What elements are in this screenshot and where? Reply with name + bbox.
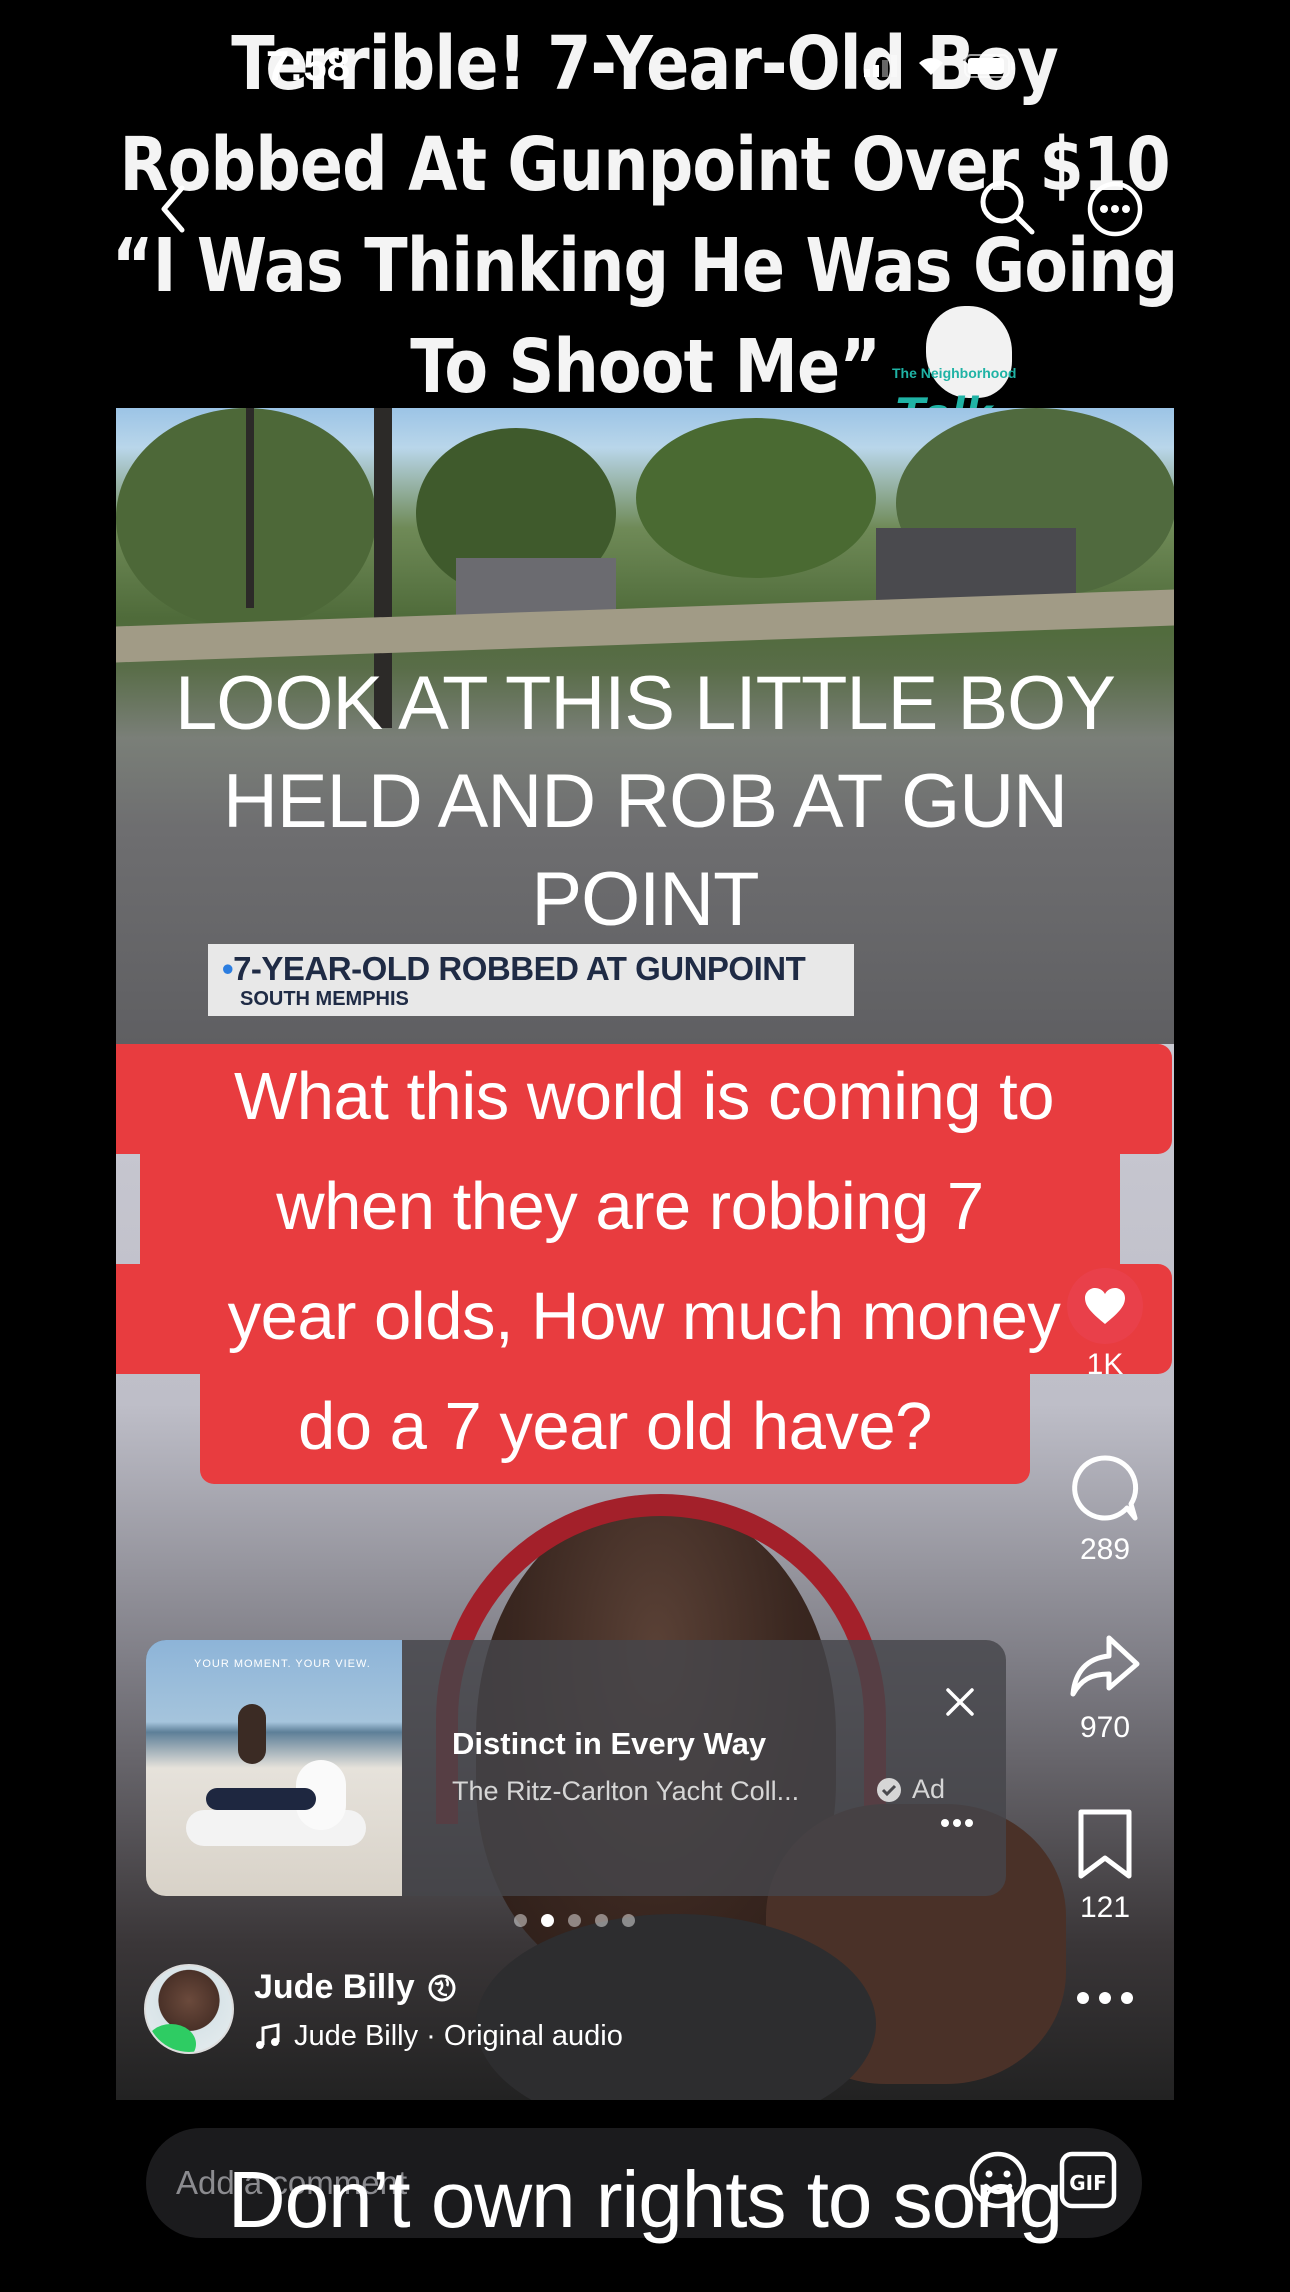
carousel-dot — [514, 1914, 527, 1927]
ad-title[interactable]: Distinct in Every Way — [452, 1726, 766, 1762]
wifi-icon — [919, 58, 943, 75]
heart-icon — [1085, 1288, 1125, 1324]
avatar-shirt — [146, 2024, 196, 2052]
red-caption-line: What this world is coming to — [116, 1044, 1172, 1154]
sponsored-ad-card[interactable]: YOUR MOMENT. YOUR VIEW. Distinct in Ever… — [146, 1640, 1006, 1896]
author-name-row[interactable]: Jude Billy — [254, 1968, 457, 2007]
status-icons — [864, 54, 1016, 78]
logo-small-text: The Neighborhood — [892, 365, 1017, 381]
ad-thumbnail[interactable]: YOUR MOMENT. YOUR VIEW. — [146, 1640, 402, 1896]
share-button[interactable]: 970 — [1040, 1630, 1170, 1745]
save-button[interactable]: 121 — [1040, 1808, 1170, 1925]
more-icon[interactable] — [1086, 180, 1144, 238]
status-time: 7:58 — [266, 42, 351, 89]
comment-button[interactable]: 289 — [1040, 1452, 1170, 1567]
news-lower-third: •7-YEAR-OLD ROBBED AT GUNPOINT SOUTH MEM… — [208, 944, 854, 1016]
carousel-dot — [541, 1914, 554, 1927]
news-title: 7-YEAR-OLD ROBBED AT GUNPOINT — [233, 950, 806, 987]
share-count: 970 — [1079, 1711, 1131, 1744]
like-button[interactable]: 1K — [1040, 1268, 1170, 1382]
more-options-button[interactable] — [1040, 1988, 1170, 2013]
verified-icon — [877, 1777, 901, 1802]
author-avatar[interactable] — [144, 1964, 234, 2054]
rights-overlay-text: Don’t own rights to song — [227, 2155, 1063, 2244]
like-count: 1K — [1086, 1348, 1124, 1381]
author-name[interactable]: Jude Billy — [254, 1968, 415, 2007]
close-icon[interactable] — [942, 1684, 978, 1720]
carousel-dot — [622, 1914, 635, 1927]
video-caption: LOOK AT THIS LITTLE BOY HELD AND ROB AT … — [116, 655, 1174, 949]
ad-thumb-text: YOUR MOMENT. YOUR VIEW. — [194, 1658, 371, 1670]
globe-icon — [428, 1974, 456, 2001]
caption-line: HELD AND ROB AT GUN — [223, 759, 1068, 844]
ad-carousel-dots — [514, 1914, 635, 1927]
comment-icon — [1072, 1455, 1139, 1521]
audio-label[interactable]: Jude Billy · Original audio — [294, 2020, 623, 2053]
news-subtitle: SOUTH MEMPHIS — [240, 988, 409, 1010]
carousel-dot — [595, 1914, 608, 1927]
signal-icon — [864, 55, 897, 77]
red-caption-line: year olds, How much money — [116, 1264, 1172, 1374]
battery-icon — [964, 54, 1014, 78]
search-icon[interactable] — [978, 178, 1036, 236]
bookmark-icon — [1078, 1809, 1132, 1879]
share-icon — [1070, 1635, 1140, 1697]
caption-line: LOOK AT THIS LITTLE BOY — [175, 661, 1116, 746]
red-caption-line: do a 7 year old have? — [200, 1374, 1030, 1484]
carousel-dot — [568, 1914, 581, 1927]
like-bubble — [1067, 1268, 1143, 1344]
save-count: 121 — [1079, 1891, 1131, 1924]
headline-line: To Shoot Me” — [409, 324, 881, 410]
logo-silhouette — [926, 306, 1012, 398]
ad-label: Ad — [876, 1774, 945, 1805]
ad-more-icon[interactable] — [940, 1818, 974, 1828]
caption-line: POINT — [531, 857, 759, 942]
back-icon[interactable] — [158, 184, 188, 234]
more-icon — [1077, 1992, 1133, 2004]
ad-sponsor[interactable]: The Ritz-Carlton Yacht Coll... — [452, 1776, 799, 1807]
audio-row[interactable]: Jude Billy · Original audio — [254, 2020, 623, 2053]
red-caption-line: when they are robbing 7 — [140, 1154, 1120, 1264]
comment-count: 289 — [1079, 1533, 1131, 1566]
music-icon — [256, 2022, 280, 2049]
ad-tag-text: Ad — [912, 1774, 946, 1804]
